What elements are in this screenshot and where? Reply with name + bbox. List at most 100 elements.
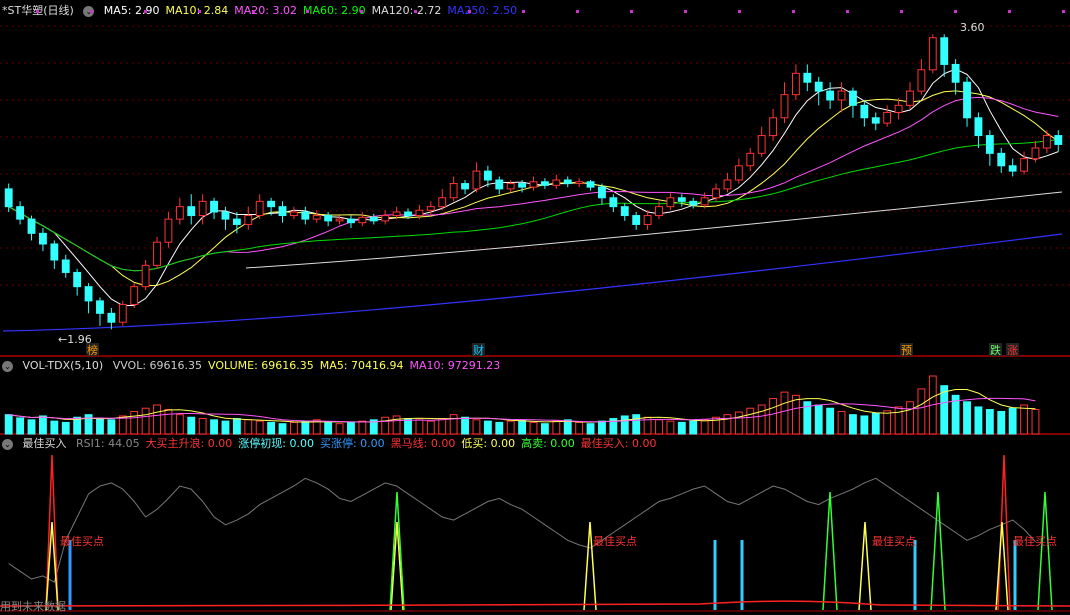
candle-body (164, 218, 173, 243)
volume-bar (232, 418, 241, 435)
volume-bar (963, 401, 971, 435)
candle-body (689, 200, 698, 206)
volume-bar (39, 415, 47, 435)
best-buy-label-1: 最佳买点 (593, 534, 637, 548)
top-dot (252, 10, 255, 13)
volume-bar (221, 420, 230, 435)
candle-body (712, 188, 720, 199)
candle-body (347, 218, 355, 224)
volume-bar (540, 423, 549, 435)
event-marker-1: 财 (473, 343, 484, 357)
candle-body (826, 90, 835, 101)
limit-up-bar-1 (713, 540, 717, 610)
event-marker-2: 预 (901, 344, 912, 357)
candle-body (187, 206, 196, 217)
candle-body (951, 63, 960, 83)
volume-bar (153, 404, 161, 435)
candle-body (620, 206, 629, 217)
volume-bar (837, 410, 846, 435)
candle-body (449, 183, 458, 199)
high-sell-spike-1 (822, 491, 838, 611)
candle-body (1020, 158, 1028, 172)
candle-body (232, 218, 241, 225)
volume-bar (198, 418, 207, 435)
high-label: 3.60 (960, 21, 985, 34)
candle-body (483, 170, 492, 181)
volume-bar (483, 420, 492, 435)
volume-bar (381, 416, 390, 435)
top-dot (306, 10, 309, 13)
top-dot (1008, 10, 1011, 13)
candle-body (175, 206, 184, 220)
volume-bar (255, 420, 264, 435)
volume-bar (985, 409, 994, 435)
top-dot (954, 10, 957, 13)
limit-up-bar-4 (1013, 540, 1017, 610)
top-dot (630, 10, 633, 13)
volume-bar (575, 421, 584, 435)
volume-bar (666, 420, 675, 435)
volume-bar (175, 414, 184, 435)
candle-body (198, 200, 207, 217)
top-dot (1062, 10, 1065, 13)
volume-bar (917, 388, 926, 435)
candle-body (575, 181, 584, 185)
candle-body (472, 170, 481, 190)
candle-body (312, 215, 321, 220)
volume-bar (997, 410, 1006, 435)
volume-bar (472, 419, 481, 435)
volume-bar (324, 421, 333, 435)
candle-body (928, 37, 937, 71)
volume-bar (301, 420, 310, 435)
candle-body (871, 117, 880, 124)
volume-bar (723, 414, 732, 435)
candle-body (415, 209, 424, 217)
candle-body (780, 94, 789, 119)
volume-bar (187, 416, 196, 435)
candle-body (39, 232, 47, 245)
volume-bar (495, 421, 504, 435)
best-buy-label-3: 最佳买点 (1013, 534, 1057, 548)
candle-body (563, 179, 572, 185)
top-dot (846, 10, 849, 13)
volume-bar (61, 421, 70, 435)
volume-bar (16, 417, 25, 435)
volume-bar (620, 415, 629, 435)
event-marker-0: 榜 (87, 343, 98, 357)
candle-body (1042, 135, 1051, 149)
top-dot (414, 10, 417, 13)
volume-bar (289, 421, 298, 435)
volume-ma10-line (8, 397, 1036, 423)
candle-body (404, 211, 412, 217)
volume-bar (461, 416, 469, 435)
best-buy-spike-1 (997, 454, 1011, 611)
volume-bar (27, 419, 36, 435)
limit-up-bar-3 (913, 540, 917, 610)
top-dot (522, 10, 525, 13)
volume-bar (632, 414, 641, 435)
best-buy-label-0: 最佳买点 (60, 534, 104, 548)
candle-body (803, 72, 812, 83)
candle-body (518, 183, 527, 188)
top-dot (36, 10, 39, 13)
candle-body (107, 312, 116, 323)
volume-bar (50, 420, 59, 435)
stock-chart[interactable]: 3.60←1.96榜财预跌涨最佳买点 最佳买点 最佳买点 最佳买点 (0, 0, 1070, 615)
candle-body (940, 37, 949, 65)
volume-bar (552, 420, 561, 435)
volume-bar (1020, 404, 1028, 435)
volume-bar (906, 401, 914, 435)
volume-bar (107, 419, 116, 435)
candle-body (894, 104, 903, 113)
volume-bar (655, 419, 663, 435)
candle-body (118, 303, 127, 323)
candle-body (324, 215, 333, 222)
limit-up-bar-0 (68, 540, 72, 610)
volume-bar (1031, 409, 1040, 435)
candle-body (267, 200, 276, 208)
volume-bar (677, 421, 686, 435)
top-dot (468, 10, 471, 13)
candle-body (278, 206, 287, 217)
volume-bar (335, 423, 344, 435)
candle-body (906, 90, 914, 106)
